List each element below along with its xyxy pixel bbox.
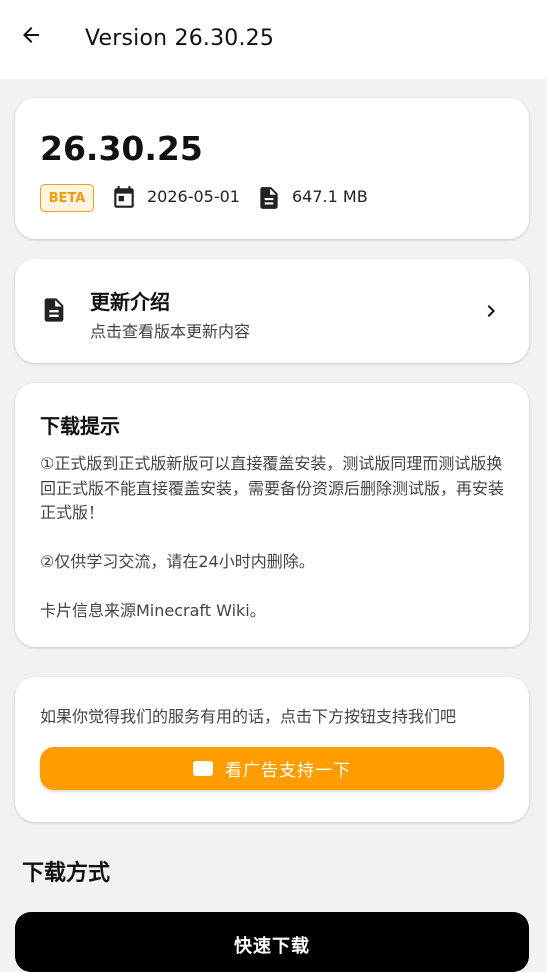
document-icon [40, 296, 68, 324]
release-date: 2026-05-01 [147, 187, 240, 206]
download-tips-body: ①正式版到正式版新版可以直接覆盖安装，测试版同理而测试版换回正式版不能直接覆盖安… [40, 452, 508, 624]
file-size: 647.1 MB [292, 187, 368, 206]
version-info-card: 26.30.25 BETA 2026-05-01 647.1 MB [15, 98, 529, 239]
calendar-icon [111, 185, 137, 211]
support-card: 如果你觉得我们的服务有用的话，点击下方按钮支持我们吧 看广告支持一下 [15, 677, 529, 822]
download-tips-card: 下载提示 ①正式版到正式版新版可以直接覆盖安装，测试版同理而测试版换回正式版不能… [15, 383, 529, 647]
beta-badge: BETA [40, 184, 94, 212]
support-text: 如果你觉得我们的服务有用的话，点击下方按钮支持我们吧 [40, 707, 457, 726]
watch-ad-label: 看广告支持一下 [225, 761, 351, 781]
arrow-left-icon [23, 27, 39, 43]
page-title: Version 26.30.25 [85, 26, 275, 51]
fast-download-label: 快速下载 [234, 936, 310, 957]
update-notes-subtitle: 点击查看版本更新内容 [90, 322, 251, 341]
tips-paragraph-1: ①正式版到正式版新版可以直接覆盖安装，测试版同理而测试版换回正式版不能直接覆盖安… [40, 454, 505, 522]
download-method-title: 下载方式 [22, 861, 111, 886]
tips-paragraph-2: ②仅供学习交流，请在24小时内删除。 [40, 552, 315, 571]
top-app-bar: Version 26.30.25 [0, 0, 547, 79]
watch-ad-button[interactable]: 看广告支持一下 [40, 747, 504, 790]
tips-paragraph-3: 卡片信息来源Minecraft Wiki。 [40, 601, 266, 620]
update-notes-card[interactable]: 更新介绍 点击查看版本更新内容 [15, 259, 529, 363]
ad-icon [193, 761, 213, 776]
download-tips-title: 下载提示 [40, 414, 120, 438]
version-number: 26.30.25 [40, 129, 203, 168]
file-icon [256, 185, 282, 211]
chevron-right-icon [479, 299, 503, 323]
fast-download-button[interactable]: 快速下载 [15, 912, 529, 972]
back-button[interactable] [14, 18, 48, 52]
update-notes-title: 更新介绍 [90, 290, 170, 314]
